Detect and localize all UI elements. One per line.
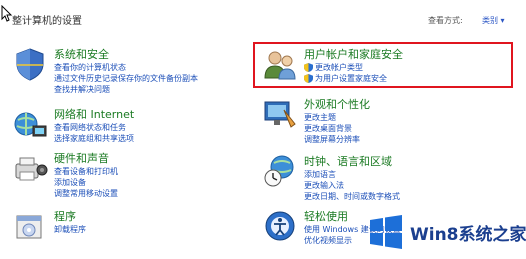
category-link[interactable]: 优化视频显示 [304, 235, 352, 246]
category-title[interactable]: 程序 [54, 208, 76, 224]
category-title[interactable]: 硬件和声音 [54, 150, 109, 166]
category-link[interactable]: 添加语言 [304, 169, 336, 180]
category-link[interactable]: 查看网络状态和任务 [54, 122, 126, 133]
category-user-accounts: 用户帐户和家庭安全 更改帐户类型 为用户设置家庭安全 [262, 46, 482, 96]
category-link[interactable]: 更改帐户类型 [304, 62, 363, 73]
user-accounts-icon [264, 51, 296, 80]
clock-language-region-icon [264, 155, 294, 187]
category-network: 网络和 Internet 查看网络状态和任务 选择家庭组和共享选项 [12, 106, 232, 156]
category-link[interactable]: 更改主题 [304, 112, 336, 123]
category-link[interactable]: 查看设备和打印机 [54, 166, 118, 177]
system-security-icon [16, 48, 44, 81]
category-link[interactable]: 通过文件历史记录保存你的文件备份副本 [54, 73, 198, 84]
category-link[interactable]: 选择家庭组和共享选项 [54, 133, 134, 144]
page-title: 整计算机的设置 [12, 16, 82, 27]
category-link[interactable]: 更改桌面背景 [304, 123, 352, 134]
category-title[interactable]: 外观和个性化 [304, 96, 370, 112]
category-clock-language-region: 时钟、语言和区域 添加语言 更改输入法 更改日期、时间或数字格式 [262, 153, 482, 203]
category-system-security: 系统和安全 查看你的计算机状态 通过文件历史记录保存你的文件备份副本 查找并解决… [12, 46, 232, 96]
appearance-icon [264, 101, 296, 128]
view-by-label: 查看方式: [428, 16, 463, 25]
category-link[interactable]: 更改输入法 [304, 180, 344, 191]
network-icon [14, 112, 47, 137]
category-link[interactable]: 卸载程序 [54, 224, 86, 235]
hardware-sound-icon [15, 157, 48, 181]
ease-of-access-icon [265, 211, 295, 241]
category-link[interactable]: 查找并解决问题 [54, 84, 110, 95]
category-programs: 程序 卸载程序 [12, 208, 232, 258]
category-link[interactable]: 更改日期、时间或数字格式 [304, 191, 400, 202]
programs-icon [16, 215, 42, 239]
category-link[interactable]: 为用户设置家庭安全 [304, 73, 387, 84]
watermark-text: Win8系统之家 [410, 225, 526, 245]
category-link[interactable]: 查看你的计算机状态 [54, 62, 126, 73]
category-appearance: 外观和个性化 更改主题 更改桌面背景 调整屏幕分辨率 [262, 96, 482, 146]
category-hardware-sound: 硬件和声音 查看设备和打印机 添加设备 调整常用移动设置 [12, 150, 232, 200]
category-link[interactable]: 调整常用移动设置 [54, 188, 118, 199]
category-link[interactable]: 添加设备 [54, 177, 86, 188]
category-link[interactable]: 调整屏幕分辨率 [304, 134, 360, 145]
category-title[interactable]: 用户帐户和家庭安全 [304, 46, 403, 62]
windows-logo-icon [370, 215, 402, 249]
category-title[interactable]: 轻松使用 [304, 208, 348, 224]
category-title[interactable]: 网络和 Internet [54, 106, 134, 122]
view-by-dropdown[interactable]: 类别 ▾ [482, 15, 505, 26]
watermark-logo: Win8系统之家 [360, 208, 526, 256]
category-title[interactable]: 系统和安全 [54, 46, 109, 62]
category-title[interactable]: 时钟、语言和区域 [304, 153, 392, 169]
